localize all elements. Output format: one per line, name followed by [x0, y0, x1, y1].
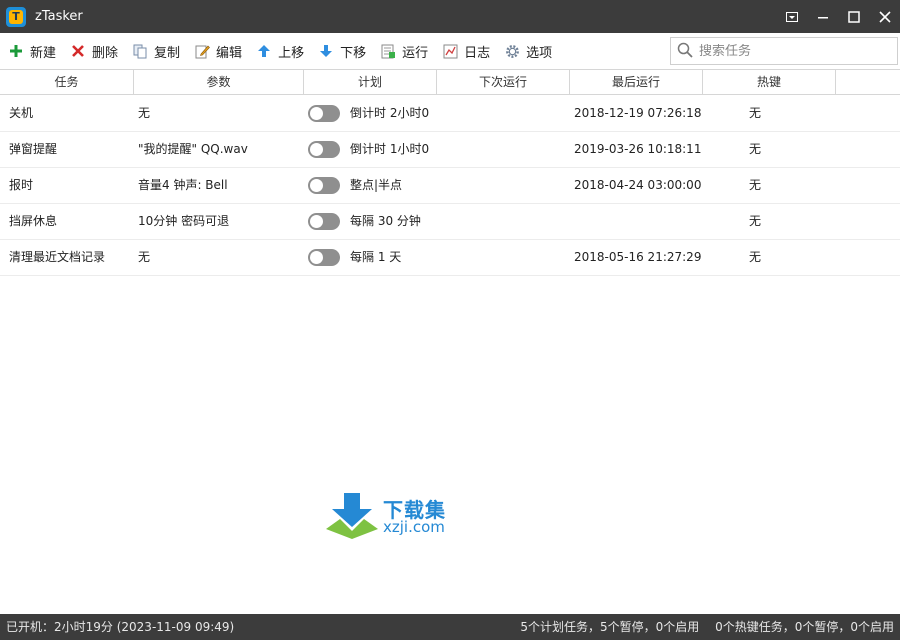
new-task-button[interactable]: 新建 [6, 38, 66, 64]
run-task-label: 运行 [402, 45, 429, 61]
task-hotkey: 无 [749, 106, 762, 120]
search-box[interactable] [670, 37, 898, 65]
task-params: 无 [138, 250, 151, 264]
table-row[interactable]: 弹窗提醒 "我的提醒" QQ.wav 倒计时 1小时0 2019-03-26 1… [0, 132, 900, 168]
delete-task-button[interactable]: 删除 [68, 38, 128, 64]
task-last-run: 2019-03-26 10:18:11 [574, 142, 702, 156]
table-row[interactable]: 报时 音量4 钟声: Bell 整点|半点 2018-04-24 03:00:0… [0, 168, 900, 204]
table-row[interactable]: 挡屏休息 10分钟 密码可退 每隔 30 分钟 无 [0, 204, 900, 240]
copy-task-label: 复制 [154, 45, 181, 61]
log-button[interactable]: 日志 [440, 38, 500, 64]
task-name: 关机 [9, 106, 34, 120]
task-params: "我的提醒" QQ.wav [138, 142, 248, 156]
edit-icon [194, 43, 210, 59]
task-plan: 倒计时 2小时0 [350, 106, 430, 120]
status-bar: 已开机：2小时19分 (2023-11-09 09:49) 5个计划任务，5个暂… [0, 614, 900, 640]
download-arrow-icon [326, 493, 378, 539]
task-last-run: 2018-05-16 21:27:29 [574, 250, 702, 264]
copy-task-button[interactable]: 复制 [130, 38, 190, 64]
task-enable-toggle[interactable] [308, 105, 340, 122]
toggle-knob [310, 179, 323, 192]
uptime-status: 已开机：2小时19分 (2023-11-09 09:49) [6, 620, 235, 634]
task-name: 报时 [9, 178, 34, 192]
task-hotkey: 无 [749, 214, 762, 228]
search-icon [677, 42, 693, 61]
task-plan: 每隔 1 天 [350, 250, 402, 264]
run-icon [380, 43, 396, 59]
toggle-knob [310, 107, 323, 120]
window-controls [776, 0, 900, 33]
task-table: 关机 无 倒计时 2小时0 2018-12-19 07:26:18 无 弹窗提醒… [0, 96, 900, 276]
edit-task-button[interactable]: 编辑 [192, 38, 252, 64]
column-header-plan[interactable]: 计划 [304, 70, 437, 94]
task-hotkey: 无 [749, 250, 762, 264]
minimize-icon[interactable] [807, 0, 838, 33]
task-params: 音量4 钟声: Bell [138, 178, 228, 192]
move-up-label: 上移 [278, 45, 305, 61]
log-label: 日志 [464, 45, 491, 61]
column-header-last-run[interactable]: 最后运行 [570, 70, 703, 94]
task-summary: 5个计划任务，5个暂停，0个启用 0个热键任务，0个暂停，0个启用 [508, 614, 894, 640]
table-row[interactable]: 清理最近文档记录 无 每隔 1 天 2018-05-16 21:27:29 无 [0, 240, 900, 276]
search-input[interactable] [699, 43, 889, 59]
task-params: 10分钟 密码可退 [138, 214, 230, 228]
toggle-knob [310, 143, 323, 156]
menu-dropdown-icon[interactable] [776, 0, 807, 33]
watermark-en-text: xzji.com [383, 518, 445, 536]
task-enable-toggle[interactable] [308, 141, 340, 158]
run-task-button[interactable]: 运行 [378, 38, 438, 64]
task-name: 挡屏休息 [9, 214, 58, 228]
task-last-run: 2018-12-19 07:26:18 [574, 106, 702, 120]
toolbar: 新建 删除 复制 编辑 上移 下移 运行 日志 选项 [0, 33, 900, 69]
log-icon [442, 43, 458, 59]
task-name: 清理最近文档记录 [9, 250, 106, 264]
scheduled-task-summary: 5个计划任务，5个暂停，0个启用 [520, 620, 700, 634]
table-row[interactable]: 关机 无 倒计时 2小时0 2018-12-19 07:26:18 无 [0, 96, 900, 132]
move-up-button[interactable]: 上移 [254, 38, 314, 64]
task-plan: 整点|半点 [350, 178, 403, 192]
watermark-logo: 下载集 xzji.com [326, 493, 471, 541]
task-enable-toggle[interactable] [308, 213, 340, 230]
gear-icon [504, 43, 520, 59]
edit-task-label: 编辑 [216, 45, 243, 61]
task-last-run: 2018-04-24 03:00:00 [574, 178, 702, 192]
move-down-label: 下移 [340, 45, 367, 61]
task-enable-toggle[interactable] [308, 177, 340, 194]
task-hotkey: 无 [749, 178, 762, 192]
hotkey-task-summary: 0个热键任务，0个暂停，0个启用 [715, 620, 894, 634]
copy-icon [132, 43, 148, 59]
column-header-hotkey[interactable]: 热键 [703, 70, 836, 94]
app-title: zTasker [35, 9, 83, 24]
move-down-button[interactable]: 下移 [316, 38, 376, 64]
task-hotkey: 无 [749, 142, 762, 156]
app-logo-icon: T [6, 6, 26, 27]
toggle-knob [310, 215, 323, 228]
plus-icon [8, 43, 24, 59]
arrow-up-icon [256, 43, 272, 59]
x-icon [70, 43, 86, 59]
maximize-icon[interactable] [838, 0, 869, 33]
column-header-next-run[interactable]: 下次运行 [437, 70, 570, 94]
task-params: 无 [138, 106, 151, 120]
arrow-down-icon [318, 43, 334, 59]
options-label: 选项 [526, 45, 553, 61]
title-bar: T zTasker [0, 0, 900, 33]
table-header: 任务 参数 计划 下次运行 最后运行 热键 [0, 69, 900, 95]
close-icon[interactable] [869, 0, 900, 33]
column-header-task[interactable]: 任务 [0, 70, 134, 94]
task-plan: 每隔 30 分钟 [350, 214, 421, 228]
toggle-knob [310, 251, 323, 264]
options-button[interactable]: 选项 [502, 38, 562, 64]
task-last-run [574, 204, 704, 239]
new-task-label: 新建 [30, 45, 57, 61]
task-name: 弹窗提醒 [9, 142, 58, 156]
column-header-params[interactable]: 参数 [134, 70, 304, 94]
task-enable-toggle[interactable] [308, 249, 340, 266]
task-plan: 倒计时 1小时0 [350, 142, 430, 156]
delete-task-label: 删除 [92, 45, 119, 61]
